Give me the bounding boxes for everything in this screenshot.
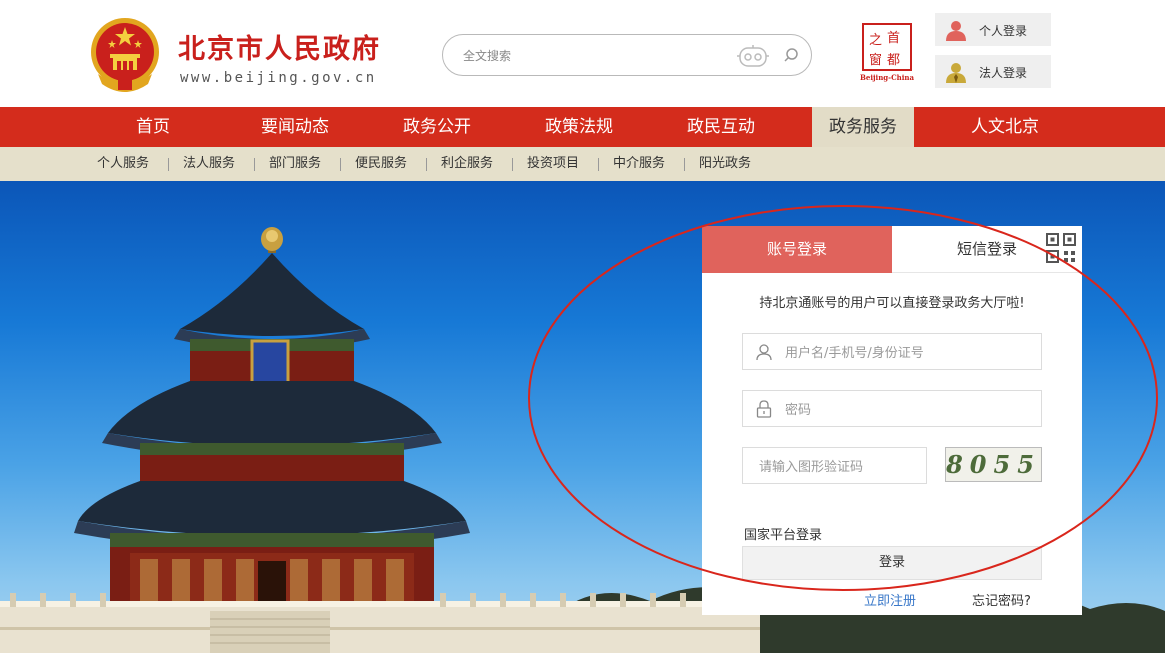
nav-item-culture[interactable]: 人文北京 [954, 107, 1056, 147]
search-box[interactable] [442, 34, 812, 76]
lock-icon [756, 400, 772, 418]
site-header: 北京市人民政府 www.beijing.gov.cn 之 首 窗 都 Beiji… [0, 0, 1165, 107]
password-input[interactable] [783, 399, 1027, 421]
login-button[interactable]: 登录 [742, 546, 1042, 580]
search-icon[interactable] [783, 47, 799, 63]
nav-item-home[interactable]: 首页 [102, 107, 204, 147]
subnav-divider [598, 158, 599, 171]
subnav-item-investment[interactable]: 投资项目 [527, 147, 579, 181]
personal-login-label: 个人登录 [979, 24, 1028, 38]
nav-item-interaction[interactable]: 政民互动 [670, 107, 772, 147]
login-hint: 持北京通账号的用户可以直接登录政务大厅啦! [759, 296, 1025, 311]
site-url: www.beijing.gov.cn [180, 70, 377, 86]
capital-logo-caption: Beijing-China [860, 73, 914, 82]
nav-item-news[interactable]: 要闻动态 [244, 107, 346, 147]
corporate-login-button[interactable]: 法人登录 [935, 55, 1051, 88]
captcha-image[interactable]: 8055 [945, 447, 1042, 482]
qr-code-icon[interactable] [1045, 232, 1077, 264]
subnav-divider [254, 158, 255, 171]
login-panel: 账号登录 短信登录 持北京通账号的用户可以直接登录政务大厅啦! 8055 [702, 226, 1082, 615]
capital-logo-char: 首 [887, 31, 900, 46]
person-icon [946, 21, 966, 41]
capital-logo-char: 之 [869, 33, 882, 48]
subnav-divider [684, 158, 685, 171]
nav-item-services[interactable]: 政务服务 [812, 107, 914, 147]
subnav-item-personal[interactable]: 个人服务 [97, 147, 149, 181]
captcha-input[interactable] [757, 456, 921, 478]
subnav-divider [340, 158, 341, 171]
subnav-item-department[interactable]: 部门服务 [269, 147, 321, 181]
subnav-item-business[interactable]: 利企服务 [441, 147, 493, 181]
corporate-login-label: 法人登录 [979, 66, 1028, 80]
subnav-divider [426, 158, 427, 171]
search-input[interactable] [461, 45, 725, 67]
national-platform-login-link[interactable]: 国家平台登录 [744, 524, 822, 543]
nav-item-gov-affairs[interactable]: 政务公开 [386, 107, 488, 147]
capital-logo-char: 都 [887, 53, 900, 68]
captcha-field[interactable] [742, 447, 927, 484]
user-icon [756, 344, 772, 361]
capital-logo-char: 窗 [869, 52, 882, 68]
nav-item-policies[interactable]: 政策法规 [528, 107, 630, 147]
personal-login-button[interactable]: 个人登录 [935, 13, 1051, 46]
site-title[interactable]: 北京市人民政府 [178, 34, 381, 66]
password-field[interactable] [742, 390, 1042, 427]
captcha-text: 8055 [946, 450, 1041, 479]
subnav-divider [512, 158, 513, 171]
forgot-password-link[interactable]: 忘记密码? [972, 590, 1031, 609]
username-input[interactable] [783, 342, 1027, 364]
sub-nav: 个人服务 法人服务 部门服务 便民服务 利企服务 投资项目 中介服务 阳光政务 [0, 147, 1165, 181]
tab-account-login[interactable]: 账号登录 [702, 226, 892, 273]
subnav-item-corporate[interactable]: 法人服务 [183, 147, 235, 181]
subnav-item-convenience[interactable]: 便民服务 [355, 147, 407, 181]
national-emblem-icon[interactable] [88, 14, 162, 94]
register-link[interactable]: 立即注册 [864, 590, 916, 609]
main-nav: 首页 要闻动态 政务公开 政策法规 政民互动 政务服务 人文北京 [0, 107, 1165, 147]
capital-window-logo[interactable]: 之 首 窗 都 Beijing-China [860, 22, 914, 82]
username-field[interactable] [742, 333, 1042, 370]
subnav-item-transparency[interactable]: 阳光政务 [699, 147, 751, 181]
subnav-item-intermediary[interactable]: 中介服务 [613, 147, 665, 181]
robot-icon[interactable] [736, 44, 770, 68]
corporate-person-icon [946, 63, 966, 83]
subnav-divider [168, 158, 169, 171]
